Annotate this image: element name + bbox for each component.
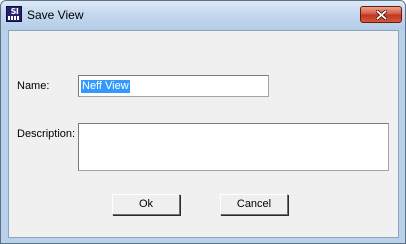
app-icon[interactable]: SI xyxy=(6,6,22,22)
description-label: Description: xyxy=(17,128,76,140)
dialog-body: Name: Neff View Description: Ok Cancel xyxy=(8,30,399,238)
save-view-dialog: SI Save View Name: Neff View Description… xyxy=(0,0,406,244)
close-button[interactable] xyxy=(360,6,402,23)
window-title: Save View xyxy=(27,8,84,22)
app-icon-stripes xyxy=(8,16,20,20)
name-field[interactable]: Neff View xyxy=(78,75,269,97)
cancel-button[interactable]: Cancel xyxy=(220,194,288,215)
description-field[interactable] xyxy=(78,123,389,171)
title-bar[interactable]: SI Save View xyxy=(1,1,405,30)
close-icon xyxy=(376,10,387,20)
app-icon-letters: SI xyxy=(10,7,19,16)
name-label: Name: xyxy=(17,80,50,92)
name-field-value: Neff View xyxy=(81,80,130,93)
ok-button[interactable]: Ok xyxy=(112,194,180,215)
